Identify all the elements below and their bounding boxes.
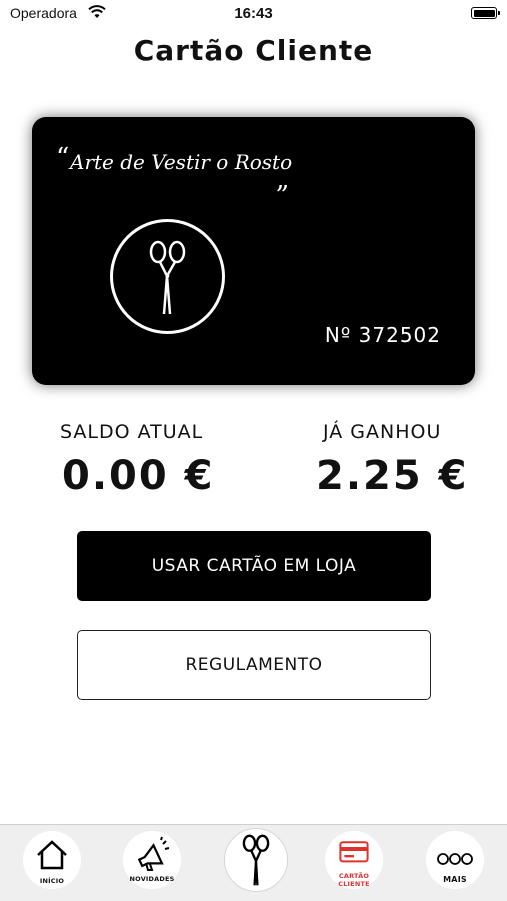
status-bar: Operadora 16:43 — [0, 0, 507, 28]
battery-icon — [471, 7, 500, 19]
balance-value: 0.00 € — [62, 453, 215, 499]
quote-open: “ — [56, 143, 70, 173]
rules-button[interactable]: REGULAMENTO — [77, 630, 431, 700]
card-number: Nº 372502 — [324, 323, 441, 347]
tab-novidades[interactable]: NOVIDADES — [123, 831, 181, 889]
scissors-icon — [242, 834, 270, 886]
earned-value: 2.25 € — [316, 453, 469, 499]
tab-inicio[interactable]: INÍCIO — [23, 831, 81, 889]
tab-novidades-label: NOVIDADES — [129, 875, 175, 883]
use-card-in-store-button[interactable]: USAR CARTÃO EM LOJA — [77, 531, 431, 601]
tab-inicio-label: INÍCIO — [39, 877, 65, 885]
card-slogan: Arte de Vestir o Rosto — [70, 150, 293, 174]
tab-cartao-cliente[interactable]: CARTÃO CLIENTE — [325, 831, 383, 889]
page-title: Cartão Cliente — [133, 34, 374, 67]
more-icon — [437, 853, 473, 865]
home-icon — [37, 840, 67, 870]
tab-scissors[interactable] — [224, 828, 288, 892]
tab-mais-label: MAIS — [443, 875, 467, 884]
megaphone-icon — [137, 836, 170, 871]
card-icon — [339, 841, 369, 863]
balance-label: SALDO ATUAL — [60, 421, 204, 443]
loyalty-card: “ Arte de Vestir o Rosto „ Nº 372502 — [32, 117, 475, 385]
earned-label: JÁ GANHOU — [323, 421, 442, 443]
quote-close: „ — [276, 165, 290, 195]
use-card-in-store-label: USAR CARTÃO EM LOJA — [151, 556, 357, 576]
tab-cartao-cliente-label: CARTÃO CLIENTE — [338, 872, 370, 888]
clock: 16:43 — [234, 5, 273, 22]
tab-mais[interactable]: MAIS — [426, 831, 484, 889]
scissors-icon — [110, 219, 225, 334]
rules-label: REGULAMENTO — [185, 655, 323, 675]
